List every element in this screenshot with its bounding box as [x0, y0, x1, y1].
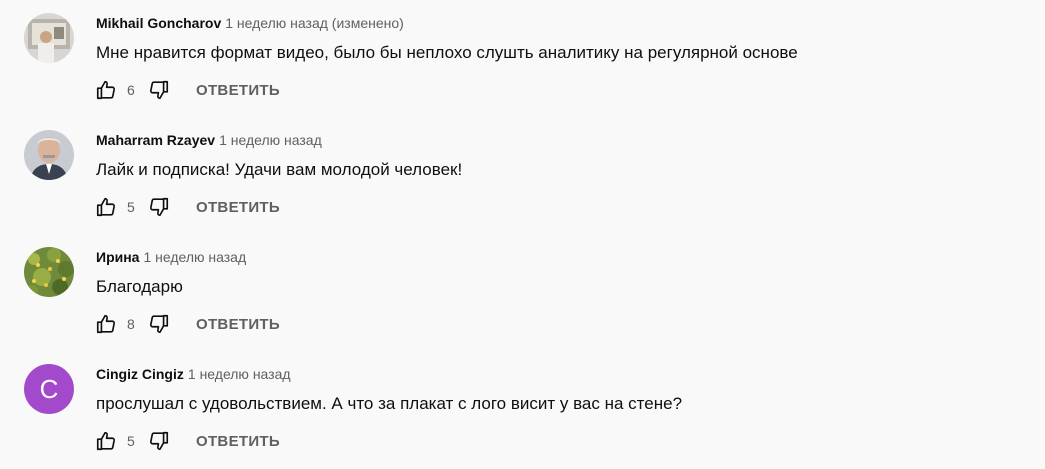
timestamp[interactable]: 1 неделю назад [143, 249, 246, 265]
comment-thread: Ирина 1 неделю назад Благодарю 8 ОТВЕТИТЬ [0, 234, 1045, 351]
reply-button[interactable]: ОТВЕТИТЬ [196, 199, 280, 216]
comment-actions: 5 ОТВЕТИТЬ [94, 427, 280, 455]
timestamp[interactable]: 1 неделю назад [219, 132, 322, 148]
comment-actions: 8 ОТВЕТИТЬ [94, 310, 280, 338]
comment-thread: C Cingiz Cingiz 1 неделю назад прослушал … [0, 351, 1045, 468]
comment-header: Mikhail Goncharov 1 неделю назад (изменен… [96, 14, 404, 32]
thumb-up-icon[interactable] [94, 195, 118, 219]
like-count: 6 [127, 82, 135, 98]
timestamp[interactable]: 1 неделю назад (изменено) [225, 15, 404, 31]
avatar[interactable]: C [24, 364, 74, 414]
author-name[interactable]: Cingiz Cingiz [96, 366, 184, 382]
comment-text: прослушал с удовольствием. А что за плак… [96, 394, 683, 413]
thumb-down-icon[interactable] [147, 429, 171, 453]
comment-thread: Maharram Rzayev 1 неделю назад Лайк и под… [0, 117, 1045, 234]
comment-header: Cingiz Cingiz 1 неделю назад [96, 365, 291, 383]
comment-text: Лайк и подписка! Удачи вам молодой челов… [96, 160, 463, 179]
comment-header: Maharram Rzayev 1 неделю назад [96, 131, 322, 149]
thumb-down-icon[interactable] [147, 312, 171, 336]
author-name[interactable]: Maharram Rzayev [96, 132, 215, 148]
comment-actions: 6 ОТВЕТИТЬ [94, 76, 280, 104]
like-count: 5 [127, 433, 135, 449]
comment-thread: Mikhail Goncharov 1 неделю назад (изменен… [0, 0, 1045, 117]
comment-header: Ирина 1 неделю назад [96, 248, 246, 266]
thumb-up-icon[interactable] [94, 78, 118, 102]
reply-button[interactable]: ОТВЕТИТЬ [196, 82, 280, 99]
author-name[interactable]: Mikhail Goncharov [96, 15, 221, 31]
reply-button[interactable]: ОТВЕТИТЬ [196, 316, 280, 333]
thumb-down-icon[interactable] [147, 195, 171, 219]
comment-text: Мне нравится формат видео, было бы непло… [96, 43, 798, 62]
reply-button[interactable]: ОТВЕТИТЬ [196, 433, 280, 450]
thumb-up-icon[interactable] [94, 312, 118, 336]
thumb-down-icon[interactable] [147, 78, 171, 102]
avatar[interactable] [24, 130, 74, 180]
comment-text: Благодарю [96, 277, 183, 296]
avatar[interactable] [24, 247, 74, 297]
author-name[interactable]: Ирина [96, 249, 139, 265]
comment-actions: 5 ОТВЕТИТЬ [94, 193, 280, 221]
like-count: 8 [127, 316, 135, 332]
like-count: 5 [127, 199, 135, 215]
timestamp[interactable]: 1 неделю назад [188, 366, 291, 382]
thumb-up-icon[interactable] [94, 429, 118, 453]
avatar[interactable] [24, 13, 74, 63]
